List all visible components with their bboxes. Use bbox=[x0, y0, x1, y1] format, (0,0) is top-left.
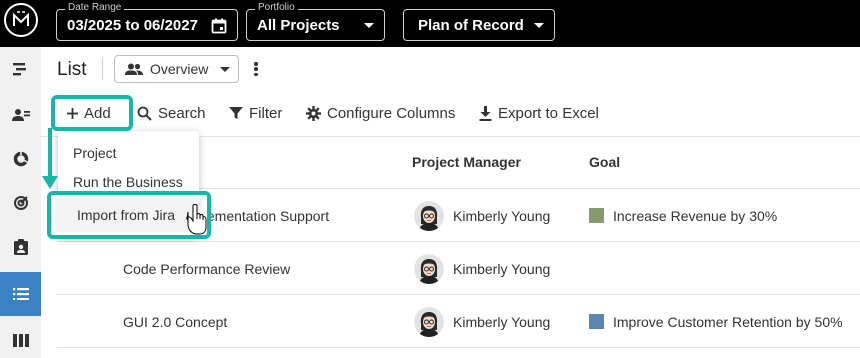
portfolio-value: All Projects bbox=[257, 17, 340, 34]
sidebar-item-assignments[interactable] bbox=[0, 225, 41, 269]
columns-icon bbox=[12, 333, 29, 347]
chevron-down-icon bbox=[364, 18, 374, 28]
goal-color-swatch bbox=[589, 208, 604, 223]
plus-icon bbox=[67, 107, 78, 119]
goal-cell: Increase Revenue by 30% bbox=[613, 208, 778, 224]
sidebar-item-board[interactable] bbox=[0, 318, 41, 358]
more-options-icon[interactable] bbox=[251, 60, 261, 78]
configure-columns-label: Configure Columns bbox=[327, 104, 456, 122]
sidebar-item-people[interactable] bbox=[0, 93, 41, 137]
download-icon bbox=[479, 105, 492, 121]
add-button[interactable]: Add bbox=[51, 95, 133, 131]
donut-chart-icon bbox=[13, 151, 28, 167]
date-range-field[interactable]: Date Range 03/2025 to 06/2027 bbox=[56, 2, 238, 41]
people-icon bbox=[125, 63, 143, 75]
plan-value: Plan of Record bbox=[418, 17, 524, 34]
avatar bbox=[414, 307, 444, 337]
calendar-icon[interactable] bbox=[211, 18, 227, 39]
menu-item-import-jira-highlight: Import from Jira bbox=[47, 191, 211, 239]
project-name-cell[interactable]: plementation Support bbox=[196, 208, 329, 224]
people-icon bbox=[11, 109, 30, 121]
menu-item-project[interactable]: Project bbox=[73, 145, 117, 161]
menu-item-import-jira-label: Import from Jira bbox=[77, 207, 176, 223]
sidebar bbox=[0, 47, 41, 358]
row-divider bbox=[57, 347, 860, 348]
app-logo[interactable] bbox=[4, 3, 38, 37]
add-button-label: Add bbox=[84, 104, 111, 122]
view-select[interactable]: Overview bbox=[114, 55, 239, 83]
gear-icon bbox=[306, 105, 321, 121]
assignment-icon bbox=[13, 239, 28, 255]
export-excel-label: Export to Excel bbox=[498, 104, 599, 122]
top-bar: Date Range 03/2025 to 06/2027 Portfolio … bbox=[0, 0, 860, 47]
avatar bbox=[414, 201, 444, 231]
goal-cell: Improve Customer Retention by 50% bbox=[613, 314, 843, 330]
roadmap-icon bbox=[12, 63, 26, 76]
sidebar-item-list[interactable] bbox=[0, 272, 41, 316]
column-header-project-manager[interactable]: Project Manager bbox=[412, 154, 521, 170]
date-range-value: 03/2025 to 06/2027 bbox=[67, 17, 198, 34]
view-select-value: Overview bbox=[150, 61, 209, 77]
row-divider bbox=[57, 294, 860, 295]
search-icon bbox=[137, 106, 152, 121]
chevron-down-icon bbox=[534, 18, 544, 28]
project-manager-cell: Kimberly Young bbox=[453, 261, 551, 277]
date-range-legend: Date Range bbox=[65, 2, 125, 14]
menu-item-run-the-business[interactable]: Run the Business bbox=[73, 174, 183, 190]
portfolio-legend: Portfolio bbox=[255, 2, 298, 14]
project-name-cell[interactable]: Code Performance Review bbox=[123, 261, 290, 277]
plan-select[interactable]: Plan of Record bbox=[403, 9, 555, 41]
portfolio-select[interactable]: Portfolio All Projects bbox=[246, 2, 385, 41]
export-excel-button[interactable]: Export to Excel bbox=[479, 103, 599, 123]
list-icon bbox=[12, 288, 29, 300]
avatar bbox=[414, 254, 444, 284]
search-button[interactable]: Search bbox=[137, 103, 206, 123]
project-name-cell[interactable]: GUI 2.0 Concept bbox=[123, 314, 227, 330]
chevron-down-icon bbox=[220, 66, 231, 72]
filter-icon bbox=[229, 107, 243, 119]
title-divider bbox=[102, 58, 103, 80]
sidebar-item-goals[interactable] bbox=[0, 181, 41, 225]
configure-columns-button[interactable]: Configure Columns bbox=[306, 103, 455, 123]
sidebar-item-analytics[interactable] bbox=[0, 137, 41, 181]
filter-button[interactable]: Filter bbox=[229, 103, 282, 123]
project-manager-cell: Kimberly Young bbox=[453, 208, 551, 224]
filter-label: Filter bbox=[249, 104, 283, 122]
target-icon bbox=[13, 196, 28, 210]
menu-item-import-jira[interactable]: Import from Jira bbox=[55, 198, 202, 232]
search-label: Search bbox=[158, 104, 206, 122]
project-manager-cell: Kimberly Young bbox=[453, 314, 551, 330]
page-title: List bbox=[57, 59, 87, 80]
sidebar-item-roadmap[interactable] bbox=[0, 47, 41, 91]
row-divider bbox=[57, 241, 860, 242]
column-header-goal[interactable]: Goal bbox=[589, 154, 620, 170]
mosaic-logo-icon bbox=[13, 11, 29, 26]
goal-color-swatch bbox=[589, 314, 604, 329]
